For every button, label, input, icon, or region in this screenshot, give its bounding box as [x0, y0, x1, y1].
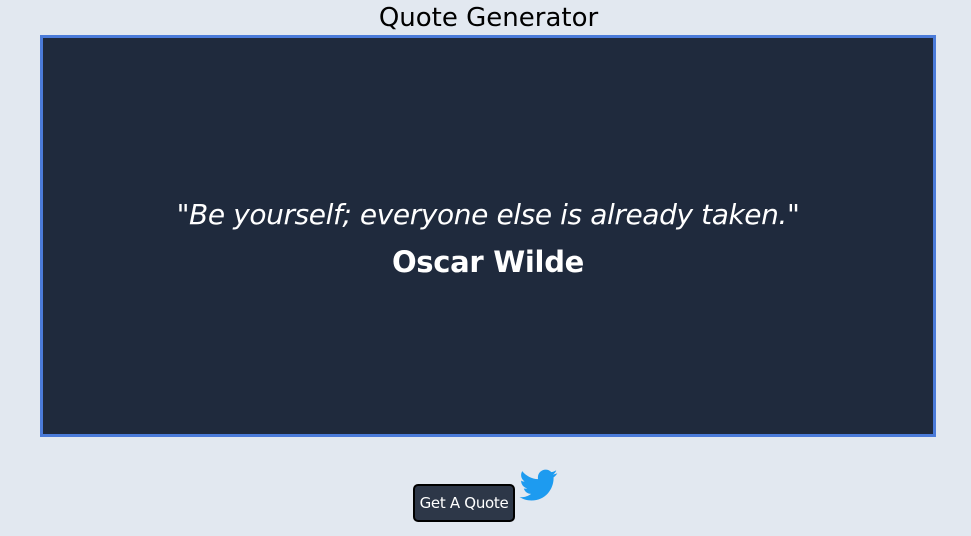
- quote-author: Oscar Wilde: [391, 245, 585, 279]
- twitter-bird-icon: [519, 469, 558, 501]
- tweet-button[interactable]: [517, 466, 561, 504]
- page-title: Quote Generator: [378, 3, 599, 33]
- quote-card: "Be yourself; everyone else is already t…: [40, 35, 936, 437]
- quote-text: "Be yourself; everyone else is already t…: [176, 198, 800, 231]
- get-quote-button[interactable]: Get A Quote: [413, 484, 515, 522]
